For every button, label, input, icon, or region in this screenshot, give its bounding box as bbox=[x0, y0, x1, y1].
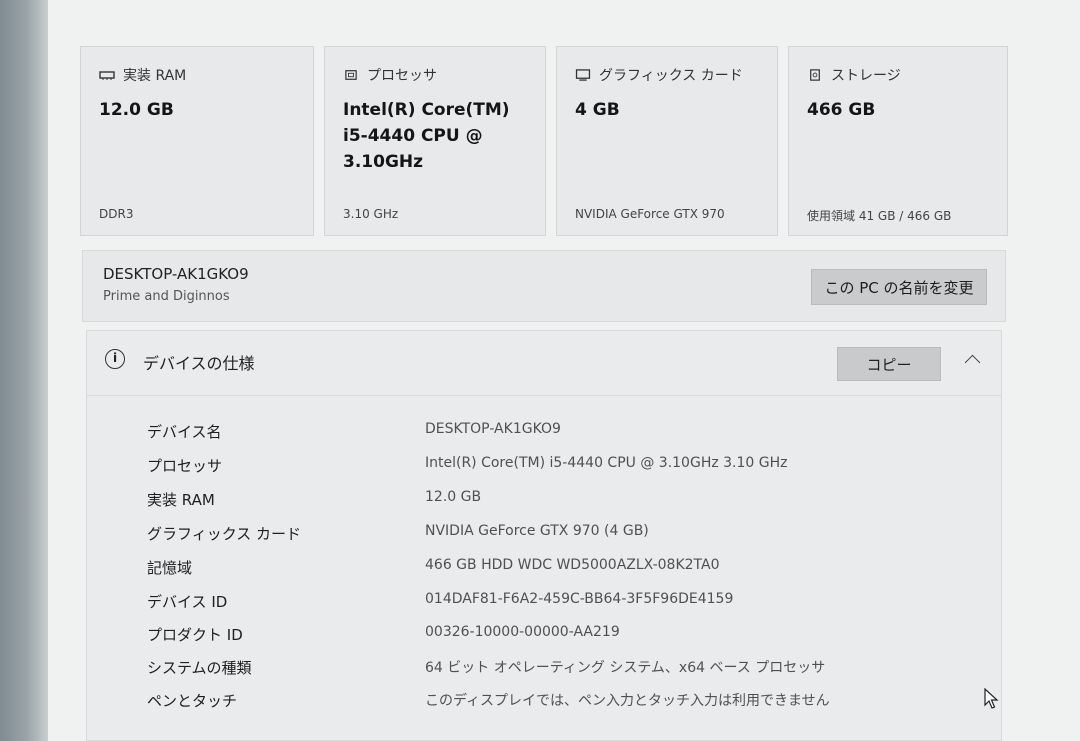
spec-value: Intel(R) Core(TM) i5-4440 CPU @ 3.10GHz … bbox=[425, 455, 788, 471]
spec-value: NVIDIA GeForce GTX 970 (4 GB) bbox=[425, 523, 649, 539]
processor-card: プロセッサ Intel(R) Core(TM) i5-4440 CPU @ 3.… bbox=[324, 46, 546, 236]
processor-card-value: Intel(R) Core(TM) i5-4440 CPU @ 3.10GHz bbox=[343, 100, 510, 172]
spec-row: 実装 RAM 12.0 GB bbox=[147, 489, 967, 517]
storage-icon bbox=[810, 69, 820, 81]
spec-label: 実装 RAM bbox=[147, 491, 215, 509]
processor-card-sub: 3.10 GHz bbox=[343, 207, 399, 221]
spec-row: 記憶域 466 GB HDD WDC WD5000AZLX-08K2TA0 bbox=[147, 557, 967, 585]
graphics-card-value: 4 GB bbox=[575, 100, 620, 120]
processor-icon bbox=[345, 70, 357, 80]
spec-row: ペンとタッチ このディスプレイでは、ペン入力とタッチ入力は利用できません bbox=[147, 690, 967, 718]
spec-value: 12.0 GB bbox=[425, 489, 482, 505]
processor-card-header: プロセッサ bbox=[343, 65, 437, 85]
pc-name: DESKTOP-AK1GKO9 bbox=[103, 265, 249, 283]
ram-card-title: 実装 RAM bbox=[123, 68, 187, 84]
spec-row: デバイス ID 014DAF81-F6A2-459C-BB64-3F5F96DE… bbox=[147, 591, 967, 619]
spec-label: ペンとタッチ bbox=[147, 692, 238, 710]
device-specs-header[interactable]: i デバイスの仕様 コピー bbox=[87, 331, 1001, 396]
pc-name-section: DESKTOP-AK1GKO9 Prime and Diginnos この PC… bbox=[82, 250, 1006, 322]
graphics-card-sub: NVIDIA GeForce GTX 970 bbox=[575, 207, 725, 221]
info-icon: i bbox=[105, 349, 125, 369]
ram-icon bbox=[99, 71, 115, 80]
spec-value: 64 ビット オペレーティング システム、x64 ベース プロセッサ bbox=[425, 660, 826, 676]
processor-card-title: プロセッサ bbox=[367, 68, 437, 84]
spec-value: 466 GB HDD WDC WD5000AZLX-08K2TA0 bbox=[425, 557, 720, 573]
spec-label: デバイス名 bbox=[147, 423, 222, 441]
spec-row: プロダクト ID 00326-10000-00000-AA219 bbox=[147, 624, 967, 652]
device-specs-title: デバイスの仕様 bbox=[143, 354, 255, 373]
rename-pc-button[interactable]: この PC の名前を変更 bbox=[811, 269, 987, 305]
storage-card-title: ストレージ bbox=[831, 68, 901, 84]
spec-row: デバイス名 DESKTOP-AK1GKO9 bbox=[147, 421, 967, 449]
ram-card-value: 12.0 GB bbox=[99, 100, 174, 120]
storage-card-sub: 使用領域 41 GB / 466 GB bbox=[807, 209, 952, 223]
mouse-cursor-icon bbox=[984, 688, 999, 709]
spec-value: このディスプレイでは、ペン入力とタッチ入力は利用できません bbox=[425, 693, 830, 709]
spec-row: プロセッサ Intel(R) Core(TM) i5-4440 CPU @ 3.… bbox=[147, 455, 967, 483]
storage-card-header: ストレージ bbox=[807, 65, 901, 85]
pc-owner: Prime and Diginnos bbox=[103, 289, 230, 304]
storage-card: ストレージ 466 GB 使用領域 41 GB / 466 GB bbox=[788, 46, 1008, 236]
graphics-card-title: グラフィックス カード bbox=[599, 68, 743, 84]
chevron-up-icon[interactable] bbox=[964, 354, 981, 371]
ram-card-sub: DDR3 bbox=[99, 207, 134, 221]
spec-label: グラフィックス カード bbox=[147, 525, 302, 543]
spec-label: プロダクト ID bbox=[147, 626, 243, 644]
ram-card-header: 実装 RAM bbox=[99, 65, 186, 85]
graphics-card-header: グラフィックス カード bbox=[575, 65, 743, 85]
spec-row: システムの種類 64 ビット オペレーティング システム、x64 ベース プロセ… bbox=[147, 657, 967, 685]
desktop-edge bbox=[0, 0, 48, 741]
spec-label: デバイス ID bbox=[147, 593, 228, 611]
spec-row: グラフィックス カード NVIDIA GeForce GTX 970 (4 GB… bbox=[147, 523, 967, 551]
copy-button[interactable]: コピー bbox=[837, 347, 941, 381]
device-specs-section: i デバイスの仕様 コピー デバイス名 DESKTOP-AK1GKO9 プロセッ… bbox=[86, 330, 1002, 741]
spec-value: 014DAF81-F6A2-459C-BB64-3F5F96DE4159 bbox=[425, 591, 734, 607]
storage-card-value: 466 GB bbox=[807, 100, 876, 120]
ram-card: 実装 RAM 12.0 GB DDR3 bbox=[80, 46, 314, 236]
spec-value: 00326-10000-00000-AA219 bbox=[425, 624, 620, 640]
spec-value: DESKTOP-AK1GKO9 bbox=[425, 421, 561, 437]
graphics-card-icon bbox=[575, 69, 591, 81]
spec-label: プロセッサ bbox=[147, 457, 223, 475]
graphics-card: グラフィックス カード 4 GB NVIDIA GeForce GTX 970 bbox=[556, 46, 778, 236]
spec-label: 記憶域 bbox=[147, 559, 193, 577]
spec-label: システムの種類 bbox=[147, 659, 252, 677]
